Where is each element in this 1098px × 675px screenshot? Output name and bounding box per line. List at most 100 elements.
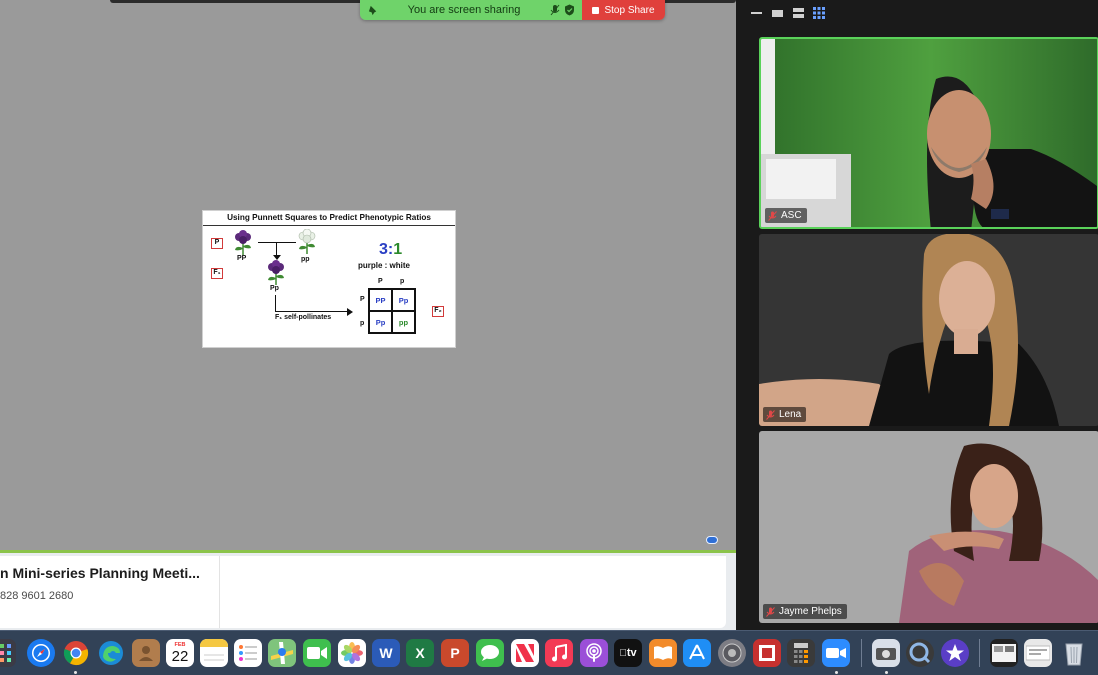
punnett-cell: PP	[369, 289, 392, 311]
calculator-icon[interactable]	[787, 639, 815, 667]
meeting-card[interactable]: n Mini-series Planning Meeti... 828 9601…	[0, 556, 726, 628]
parent1-genotype: PP	[237, 255, 247, 262]
f1-purple-flower-icon	[268, 260, 284, 285]
self-pollinates-label: F₁ self-pollinates	[275, 314, 332, 321]
participant-video	[759, 431, 1098, 623]
arrow-right-icon	[347, 308, 353, 316]
dock-separator	[861, 639, 862, 667]
minimize-icon[interactable]	[750, 8, 762, 18]
f1-genotype: Pp	[270, 285, 279, 292]
purple-flower-icon	[235, 230, 251, 255]
mic-muted-icon	[766, 409, 775, 420]
music-icon[interactable]	[545, 639, 573, 667]
powerpoint-icon[interactable]: P	[441, 639, 469, 667]
zoom-icon[interactable]	[822, 639, 850, 667]
quicktime-icon[interactable]	[906, 639, 934, 667]
screen-sharing-indicator[interactable]: You are screen sharing	[360, 0, 582, 20]
photos-icon[interactable]	[338, 639, 366, 667]
punnett-cell: Pp	[392, 289, 415, 311]
dock: FEB 22 W X P tv	[0, 630, 1098, 675]
appstore-icon[interactable]	[683, 639, 711, 667]
speaker-view-icon[interactable]	[792, 8, 804, 18]
stop-share-button[interactable]: Stop Share	[582, 0, 665, 20]
pin-icon[interactable]	[366, 3, 380, 17]
mic-muted-icon	[766, 606, 775, 617]
punnett-square: PP Pp Pp pp	[368, 288, 416, 334]
running-indicator	[835, 671, 838, 674]
maps-icon[interactable]	[268, 639, 296, 667]
news-icon[interactable]	[511, 639, 539, 667]
reminders-icon[interactable]	[234, 639, 262, 667]
contacts-icon[interactable]	[132, 639, 160, 667]
punnett-cell: Pp	[369, 311, 392, 333]
slide-title: Using Punnett Squares to Predict Phenoty…	[203, 211, 455, 226]
participant-name-badge: Lena	[763, 407, 807, 422]
ratio-label: purple : white	[358, 261, 410, 270]
participant-tile[interactable]: Jayme Phelps	[759, 431, 1098, 623]
participant-tile[interactable]: ASC	[759, 37, 1098, 229]
mic-muted-icon	[768, 210, 777, 221]
gallery-view-icon[interactable]	[813, 7, 825, 19]
system-preferences-icon[interactable]	[718, 639, 746, 667]
stop-icon	[592, 6, 600, 14]
screen-share-toolbar: You are screen sharing Stop Share	[360, 0, 665, 20]
video-gallery: ASC Lena Jayme Phelps	[736, 0, 1098, 630]
podcasts-icon[interactable]	[580, 639, 608, 667]
ratio-recessive: 1	[393, 241, 403, 258]
participant-tile[interactable]: Lena	[759, 234, 1098, 426]
thumbnail-view-icon[interactable]	[771, 8, 783, 18]
books-icon[interactable]	[649, 639, 677, 667]
calendar-day: 22	[171, 648, 189, 665]
edge-icon[interactable]	[97, 639, 125, 667]
parent2-genotype: pp	[301, 256, 310, 263]
imovie-icon[interactable]	[941, 639, 969, 667]
self-pollinate-down-line	[275, 295, 277, 312]
gamete-top-1: P	[378, 278, 383, 285]
phenotypic-ratio: 3:1	[379, 241, 402, 259]
appletv-icon[interactable]: tv	[614, 639, 642, 667]
calendar-icon[interactable]: FEB 22	[166, 639, 194, 667]
participant-video	[759, 234, 1098, 426]
safari-icon[interactable]	[27, 639, 55, 667]
documents-stack-icon[interactable]	[1024, 639, 1052, 667]
generation-f1-box: F₁	[211, 268, 223, 279]
messages-icon[interactable]	[476, 639, 504, 667]
running-indicator	[885, 671, 888, 674]
presentation-slide: Using Punnett Squares to Predict Phenoty…	[202, 210, 456, 348]
generation-f2-box: F₂	[432, 306, 444, 317]
appletv-label: tv	[623, 647, 637, 659]
participant-name: Lena	[779, 409, 802, 420]
participant-name-badge: Jayme Phelps	[763, 604, 847, 619]
participant-name-badge: ASC	[765, 208, 807, 223]
gamete-left-1: P	[360, 296, 365, 303]
participant-name: ASC	[781, 210, 802, 221]
screen-sharing-label: You are screen sharing	[407, 4, 521, 16]
word-icon[interactable]: W	[372, 639, 400, 667]
toggle-indicator-icon[interactable]	[706, 536, 718, 544]
downloads-stack-icon[interactable]	[990, 639, 1018, 667]
participant-name: Jayme Phelps	[779, 606, 842, 617]
self-pollinate-line	[275, 311, 349, 313]
chrome-icon[interactable]	[62, 639, 90, 667]
launchpad-icon[interactable]	[0, 639, 16, 667]
meeting-id: 828 9601 2680	[0, 590, 74, 602]
excel-icon[interactable]: X	[406, 639, 434, 667]
white-flower-icon	[298, 229, 316, 254]
generation-p-box: P	[211, 238, 223, 249]
mic-icon[interactable]	[548, 3, 562, 17]
dock-separator	[979, 639, 980, 667]
shared-screen: You are screen sharing Stop Share Using …	[0, 0, 736, 630]
gallery-toolbar	[736, 0, 1098, 26]
notes-icon[interactable]	[200, 639, 228, 667]
screenshot-icon[interactable]	[872, 639, 900, 667]
photo-booth-icon[interactable]	[753, 639, 781, 667]
trash-icon[interactable]	[1060, 639, 1088, 667]
gamete-left-2: p	[360, 320, 365, 327]
punnett-cell: pp	[392, 311, 415, 333]
gamete-top-2: p	[400, 278, 405, 285]
participant-video	[761, 39, 1097, 227]
running-indicator	[74, 671, 77, 674]
facetime-icon[interactable]	[303, 639, 331, 667]
stop-share-label: Stop Share	[604, 4, 655, 16]
shield-icon[interactable]	[562, 3, 576, 17]
